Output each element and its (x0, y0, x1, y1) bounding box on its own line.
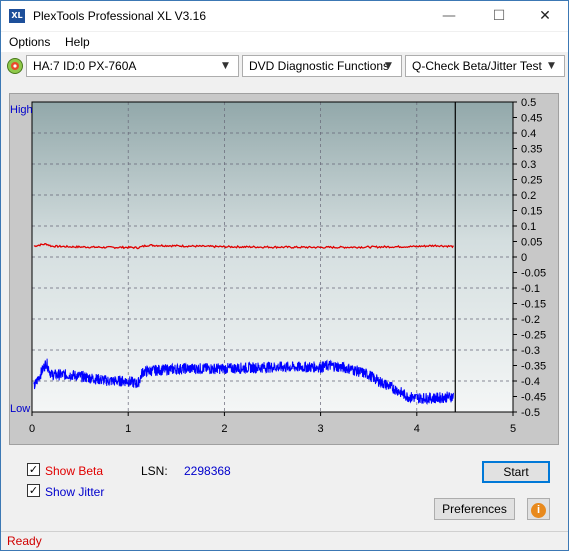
beta-jitter-chart: 0 1 2 3 4 5 0.5 0.45 0.4 0.35 0.3 0.25 0.2 0.15 0.1 0.0… (10, 97, 546, 435)
close-button[interactable]: ✕ (522, 1, 568, 31)
info-icon: i (531, 503, 546, 518)
y-tick-label: -0.3 (521, 345, 540, 357)
y-tick-label: 0.15 (521, 206, 542, 218)
y-tick-label: 0.4 (521, 128, 536, 140)
chevron-down-icon: ▼ (548, 61, 555, 71)
lsn-label: LSN: (141, 464, 168, 478)
y-tick-label: -0.5 (521, 407, 540, 419)
function-select[interactable]: DVD Diagnostic Functions ▼ (242, 55, 402, 77)
menu-help[interactable]: Help (65, 35, 90, 49)
y-tick-label: 0.2 (521, 190, 536, 202)
status-bar: Ready (1, 531, 568, 550)
y-tick-label: 0.45 (521, 113, 542, 125)
options-panel: ✓ Show Beta ✓ Show Jitter LSN: 2298368 S… (9, 453, 559, 525)
y-tick-label: -0.45 (521, 392, 546, 404)
y-tick-label: 0.35 (521, 144, 542, 156)
y-tick-label: 0.25 (521, 175, 542, 187)
app-window: XL PlexTools Professional XL V3.16 — ☐ ✕… (0, 0, 569, 551)
maximize-button[interactable]: ☐ (476, 1, 522, 31)
y-tick-label: -0.35 (521, 361, 546, 373)
y-tick-label: -0.15 (521, 299, 546, 311)
window-title: PlexTools Professional XL V3.16 (33, 9, 206, 23)
drive-disc-icon (7, 58, 23, 74)
chevron-down-icon: ▼ (222, 61, 229, 71)
y-tick-label: 0 (521, 252, 527, 264)
y-tick-label: -0.25 (521, 330, 546, 342)
app-logo-icon: XL (9, 9, 25, 23)
y-tick-label: 0.5 (521, 97, 536, 109)
start-button[interactable]: Start (482, 461, 550, 483)
y-tick-label: 0.3 (521, 159, 536, 171)
y-tick-label: 0.1 (521, 221, 536, 233)
axis-high-label: High (10, 104, 33, 116)
status-text: Ready (7, 534, 42, 548)
drive-select-value: HA:7 ID:0 PX-760A (33, 59, 137, 73)
x-tick-label: 4 (414, 423, 420, 435)
x-tick-label: 0 (29, 423, 35, 435)
drive-select[interactable]: HA:7 ID:0 PX-760A ▼ (26, 55, 239, 77)
y-tick-label: 0.05 (521, 237, 542, 249)
x-tick-label: 3 (318, 423, 324, 435)
y-tick-label: -0.2 (521, 314, 540, 326)
menu-options[interactable]: Options (9, 35, 50, 49)
x-tick-label: 1 (125, 423, 131, 435)
y-tick-label: -0.1 (521, 283, 540, 295)
menu-bar: Options Help (1, 32, 568, 52)
title-bar: XL PlexTools Professional XL V3.16 — ☐ ✕ (1, 1, 568, 31)
show-beta-checkbox[interactable]: ✓ (27, 463, 40, 476)
preferences-button[interactable]: Preferences (434, 498, 515, 520)
show-jitter-checkbox[interactable]: ✓ (27, 484, 40, 497)
show-beta-label[interactable]: Show Beta (45, 464, 103, 478)
chevron-down-icon: ▼ (385, 61, 392, 71)
lsn-value: 2298368 (184, 464, 231, 478)
y-tick-label: -0.4 (521, 376, 540, 388)
test-select[interactable]: Q-Check Beta/Jitter Test ▼ (405, 55, 565, 77)
toolbar: HA:7 ID:0 PX-760A ▼ DVD Diagnostic Funct… (1, 53, 568, 79)
show-jitter-label[interactable]: Show Jitter (45, 485, 104, 499)
chart-panel: 0 1 2 3 4 5 0.5 0.45 0.4 0.35 0.3 0.25 0.2 0.15 0.1 0.0… (9, 93, 559, 445)
x-tick-label: 5 (510, 423, 516, 435)
x-tick-label: 2 (221, 423, 227, 435)
minimize-button[interactable]: — (426, 1, 472, 31)
function-select-value: DVD Diagnostic Functions (249, 59, 390, 73)
info-button[interactable]: i (527, 498, 550, 520)
test-select-value: Q-Check Beta/Jitter Test (412, 59, 542, 73)
y-tick-label: -0.05 (521, 268, 546, 280)
axis-low-label: Low (10, 403, 30, 415)
